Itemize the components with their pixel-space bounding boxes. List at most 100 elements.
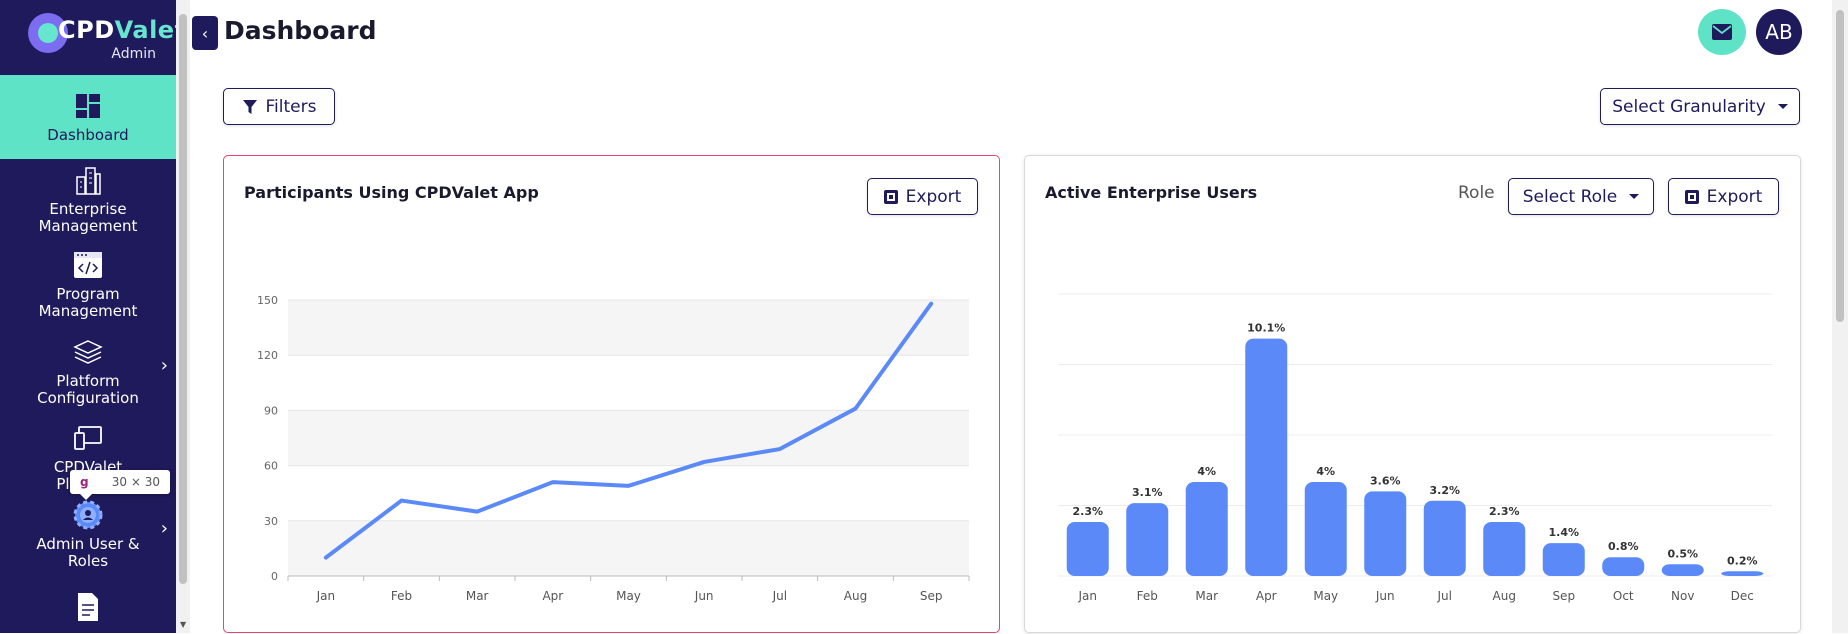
y-tick-label: 90	[264, 404, 278, 417]
enterprise-users-bar-chart: 2.3% Jan 3.1% Feb 4% Mar 10.1% Apr 4% May 3.6% Jun 3…	[1025, 156, 1802, 634]
layers-icon	[73, 337, 103, 367]
dashboard-icon	[73, 91, 103, 121]
data-label: 1.4%	[1548, 526, 1579, 539]
y-tick-label: 30	[264, 515, 278, 528]
chevron-left-icon: ‹	[202, 24, 208, 43]
mail-icon	[1712, 24, 1732, 40]
sidebar-item-label: Program Management	[33, 286, 143, 320]
x-tick-label: Oct	[1613, 589, 1634, 603]
grid-band	[288, 410, 969, 465]
sidebar-item-label: Platform Configuration	[28, 373, 148, 407]
y-tick-label: 60	[264, 460, 278, 473]
x-tick-label: May	[616, 589, 641, 603]
data-label: 3.1%	[1132, 486, 1163, 499]
bar	[1662, 564, 1704, 576]
participants-card: Participants Using CPDValet App Export 0…	[223, 155, 1000, 633]
x-tick-label: Nov	[1671, 589, 1694, 603]
bar	[1364, 491, 1406, 576]
granularity-select[interactable]: Select Granularity	[1600, 88, 1800, 125]
sidebar-scrollbar-thumb[interactable]	[179, 14, 187, 584]
sidebar-item-program-management[interactable]: Program Management	[0, 250, 176, 326]
bar	[1067, 522, 1109, 576]
avatar[interactable]: AB	[1756, 9, 1802, 55]
data-label: 10.1%	[1247, 322, 1285, 335]
x-tick-label: Mar	[466, 589, 489, 603]
document-icon	[73, 592, 103, 622]
participants-line-chart: 0306090120150JanFebMarAprMayJunJulAugSep	[224, 156, 1001, 634]
y-tick-label: 0	[271, 570, 278, 583]
data-label: 0.5%	[1667, 547, 1698, 560]
x-tick-label: Sep	[920, 589, 943, 603]
x-tick-label: Feb	[1137, 589, 1158, 603]
bar	[1186, 482, 1228, 576]
data-label: 4%	[1316, 465, 1335, 478]
devices-icon	[73, 423, 103, 453]
x-tick-label: Sep	[1552, 589, 1575, 603]
chevron-right-icon[interactable]: ›	[161, 518, 168, 539]
bar	[1126, 503, 1168, 576]
sidebar: CPDValet Admin Dashboard Enterprise Mana…	[0, 0, 176, 633]
data-label: 2.3%	[1072, 505, 1103, 518]
bar	[1543, 543, 1585, 576]
sidebar-item-enterprise-management[interactable]: Enterprise Management	[0, 165, 176, 241]
filters-label: Filters	[266, 97, 317, 117]
tooltip-tag: g	[80, 475, 89, 489]
data-label: 4%	[1197, 465, 1216, 478]
x-tick-label: Jan	[1078, 589, 1098, 603]
inspect-tooltip: g 30 × 30	[70, 470, 170, 494]
data-label: 3.2%	[1429, 484, 1460, 497]
data-label: 0.2%	[1727, 554, 1758, 567]
sidebar-item-admin-user-roles[interactable]: Admin User & Roles ›	[0, 500, 176, 576]
granularity-label: Select Granularity	[1612, 97, 1766, 117]
sidebar-item-label: Admin User & Roles	[33, 536, 143, 570]
x-tick-label: Jun	[694, 589, 714, 603]
data-label: 2.3%	[1489, 505, 1520, 518]
x-tick-label: Aug	[1493, 589, 1516, 603]
x-tick-label: Aug	[844, 589, 867, 603]
x-tick-label: Jul	[1437, 589, 1452, 603]
caret-down-icon	[1778, 104, 1788, 109]
sidebar-item-dashboard[interactable]: Dashboard	[0, 75, 176, 159]
logo-subtitle: Admin	[111, 46, 156, 62]
x-tick-label: Jul	[772, 589, 787, 603]
app-logo[interactable]: CPDValet Admin	[0, 0, 176, 75]
x-tick-label: Apr	[542, 589, 563, 603]
user-gear-icon	[73, 500, 103, 530]
bar	[1483, 522, 1525, 576]
page-scrollbar-thumb[interactable]	[1836, 10, 1844, 322]
logo-text-valet: Valet	[115, 16, 176, 44]
logo-text: CPDValet	[58, 16, 176, 44]
x-tick-label: May	[1313, 589, 1338, 603]
enterprise-users-card: Active Enterprise Users Role Select Role…	[1024, 155, 1801, 633]
y-tick-label: 150	[257, 294, 278, 307]
chevron-right-icon[interactable]: ›	[161, 355, 168, 376]
data-label: 0.8%	[1608, 540, 1639, 553]
x-tick-label: Apr	[1256, 589, 1277, 603]
x-tick-label: Jan	[316, 589, 336, 603]
x-tick-label: Feb	[391, 589, 412, 603]
grid-band	[288, 521, 969, 576]
sidebar-item-documents[interactable]	[0, 592, 176, 633]
bar	[1721, 571, 1763, 576]
mail-button[interactable]	[1698, 9, 1746, 55]
logo-text-cpd: CPD	[58, 16, 115, 44]
bar	[1602, 557, 1644, 576]
bar	[1245, 339, 1287, 576]
x-tick-label: Mar	[1195, 589, 1218, 603]
grid-band	[288, 300, 969, 355]
data-label: 3.6%	[1370, 474, 1401, 487]
tooltip-size: 30 × 30	[112, 475, 160, 489]
x-tick-label: Jun	[1375, 589, 1395, 603]
code-window-icon	[73, 250, 103, 280]
x-tick-label: Dec	[1731, 589, 1754, 603]
collapse-sidebar-button[interactable]: ‹	[192, 16, 218, 50]
filters-button[interactable]: Filters	[223, 88, 335, 125]
filter-icon	[242, 99, 258, 115]
sidebar-item-label: Dashboard	[47, 127, 128, 144]
buildings-icon	[73, 165, 103, 195]
sidebar-item-label: Enterprise Management	[28, 201, 148, 235]
scroll-down-arrow-icon[interactable]: ▼	[180, 620, 186, 629]
sidebar-item-platform-configuration[interactable]: Platform Configuration ›	[0, 337, 176, 413]
bar	[1305, 482, 1347, 576]
page-title: Dashboard	[224, 16, 376, 45]
